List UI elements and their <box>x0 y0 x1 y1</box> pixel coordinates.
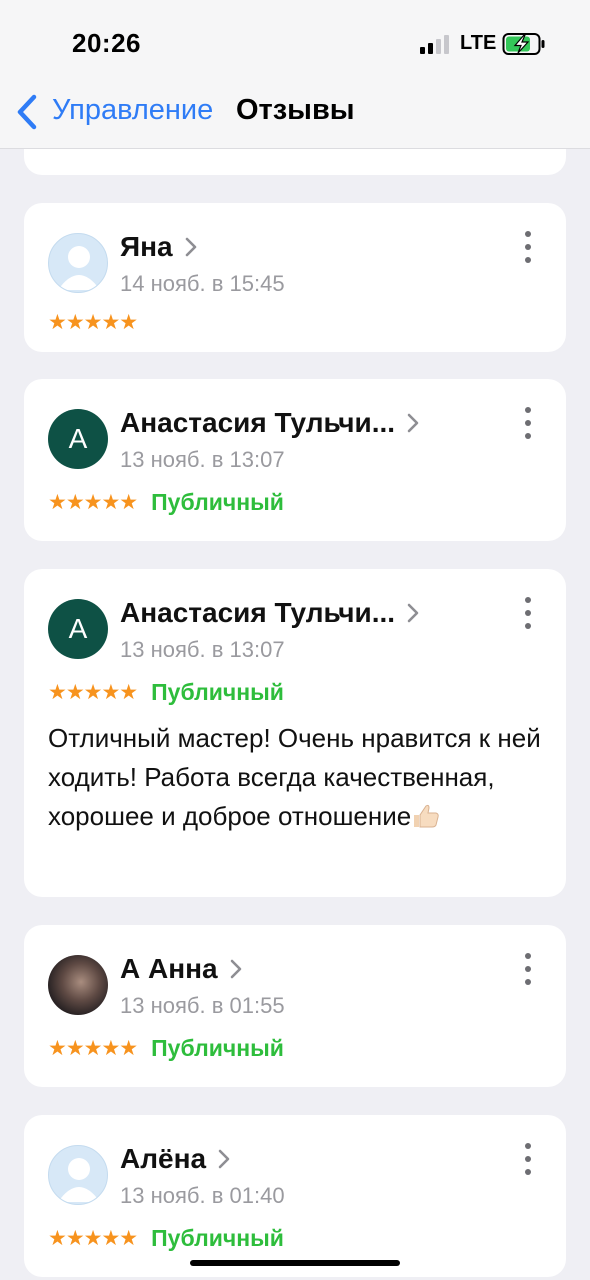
more-options-icon[interactable] <box>524 597 532 629</box>
more-options-icon[interactable] <box>524 231 532 263</box>
page-title: Отзывы <box>236 94 355 126</box>
status-public: Публичный <box>151 1224 284 1251</box>
avatar-photo[interactable] <box>48 955 108 1015</box>
status-public: Публичный <box>151 488 284 515</box>
chevron-right-icon <box>407 603 419 623</box>
user-placeholder-icon <box>58 246 100 290</box>
reviewer-name[interactable]: Анастасия Тульчи... <box>120 597 395 629</box>
reviewer-name[interactable]: А Анна <box>120 953 218 985</box>
review-date: 13 нояб. в 13:07 <box>120 637 285 662</box>
review-card[interactable]: А Анастасия Тульчи... 13 нояб. в 13:07 ★… <box>24 569 566 897</box>
review-date: 13 нояб. в 01:40 <box>120 1183 285 1208</box>
avatar[interactable]: А <box>48 409 108 469</box>
more-options-icon[interactable] <box>524 1143 532 1175</box>
review-date: 13 нояб. в 13:07 <box>120 447 285 472</box>
reviewer-link[interactable]: Анастасия Тульчи... <box>120 405 421 441</box>
rating-row: ★★★★★ Публичный <box>48 489 284 515</box>
chevron-right-icon <box>185 237 196 257</box>
chevron-right-icon <box>218 1149 230 1169</box>
cellular-signal-icon <box>420 34 452 54</box>
avatar[interactable] <box>48 233 108 293</box>
thumbs-up-icon <box>414 804 439 828</box>
review-date: 13 нояб. в 01:55 <box>120 993 285 1018</box>
star-rating: ★★★★★ <box>48 680 138 704</box>
user-placeholder-icon <box>58 1158 100 1202</box>
top-bar: 20:26 LTE Управление Отзывы <box>0 0 590 149</box>
back-button[interactable]: Управление <box>52 94 213 127</box>
review-card[interactable]: Алёна 13 нояб. в 01:40 ★★★★★ Публичный <box>24 1115 566 1277</box>
review-card[interactable]: А Анна 13 нояб. в 01:55 ★★★★★ Публичный <box>24 925 566 1087</box>
review-date: 14 нояб. в 15:45 <box>120 271 285 296</box>
status-public: Публичный <box>151 678 284 705</box>
star-rating: ★★★★★ <box>48 490 138 514</box>
rating-row: ★★★★★ Публичный <box>48 679 284 705</box>
review-text-content: Отличный мастер! Очень нравится к ней хо… <box>48 723 541 831</box>
reviewer-link[interactable]: Алёна <box>120 1141 232 1177</box>
rating-row: ★★★★★ <box>48 309 138 335</box>
reviewer-link[interactable]: Яна <box>120 229 199 265</box>
chevron-right-icon <box>230 959 241 979</box>
review-card[interactable]: А Анастасия Тульчи... 13 нояб. в 13:07 ★… <box>24 379 566 541</box>
reviewer-name[interactable]: Алёна <box>120 1143 206 1175</box>
back-chevron-icon[interactable] <box>12 92 42 132</box>
rating-row: ★★★★★ Публичный <box>48 1225 284 1251</box>
more-options-icon[interactable] <box>524 407 532 439</box>
home-indicator[interactable] <box>190 1260 400 1266</box>
reviewer-link[interactable]: Анастасия Тульчи... <box>120 595 421 631</box>
more-options-icon[interactable] <box>524 953 532 985</box>
network-type: LTE <box>460 32 497 54</box>
review-card[interactable]: Яна 14 нояб. в 15:45 ★★★★★ <box>24 203 566 352</box>
avatar[interactable] <box>48 1145 108 1205</box>
avatar[interactable]: А <box>48 599 108 659</box>
reviewer-link[interactable]: А Анна <box>120 951 244 987</box>
status-time: 20:26 <box>72 28 141 58</box>
rating-row: ★★★★★ Публичный <box>48 1035 284 1061</box>
status-public: Публичный <box>151 1034 284 1061</box>
review-text: Отличный мастер! Очень нравится к ней хо… <box>48 719 548 836</box>
star-rating: ★★★★★ <box>48 1036 138 1060</box>
battery-charging-icon <box>502 33 545 55</box>
star-rating: ★★★★★ <box>48 310 138 334</box>
reviewer-name[interactable]: Яна <box>120 231 173 263</box>
reviewer-name[interactable]: Анастасия Тульчи... <box>120 407 395 439</box>
chevron-right-icon <box>407 413 419 433</box>
star-rating: ★★★★★ <box>48 1226 138 1250</box>
